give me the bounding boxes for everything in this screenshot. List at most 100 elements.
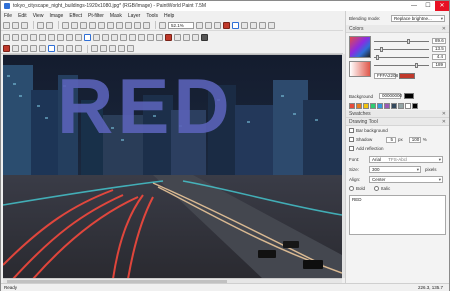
menu-tools[interactable]: Tools [146, 13, 158, 19]
zoom-in-icon[interactable] [196, 21, 203, 29]
color-value-field[interactable]: 4.4 [432, 54, 446, 60]
minimize-button[interactable]: — [407, 1, 421, 11]
swatch[interactable] [370, 102, 376, 109]
fill-icon[interactable] [250, 21, 257, 29]
close-icon[interactable]: ✕ [442, 111, 446, 117]
lasso-icon[interactable] [21, 34, 28, 41]
ellipse-select-icon[interactable] [48, 34, 55, 41]
option-icon[interactable] [48, 45, 55, 52]
menu-edit[interactable]: Edit [18, 13, 27, 19]
slider-knob[interactable] [376, 54, 380, 60]
menu-help[interactable]: Help [164, 13, 174, 19]
option-icon[interactable] [12, 45, 19, 52]
actual-size-icon[interactable] [214, 21, 221, 29]
bar-background-checkbox[interactable] [349, 128, 354, 133]
color-wheel[interactable] [349, 36, 371, 58]
redo-icon[interactable] [46, 21, 53, 29]
pencil-icon[interactable] [57, 34, 64, 41]
color-slider[interactable] [374, 38, 429, 44]
shadow-opacity-field[interactable]: 100 [408, 136, 421, 143]
open-icon[interactable] [12, 21, 19, 29]
option-icon[interactable] [109, 45, 116, 52]
paste-icon[interactable] [80, 21, 87, 29]
picker-icon[interactable] [201, 34, 208, 41]
menu-mask[interactable]: Mask [110, 13, 122, 19]
option-icon[interactable] [57, 45, 64, 52]
swatch[interactable] [391, 102, 397, 109]
blur-icon[interactable] [120, 34, 127, 41]
color-gradient-box[interactable] [349, 61, 371, 77]
option-icon[interactable] [91, 45, 98, 52]
maximize-button[interactable]: ☐ [421, 1, 435, 11]
text-icon[interactable] [84, 34, 91, 41]
swatch[interactable] [398, 102, 404, 109]
menu-image[interactable]: Image [49, 13, 63, 19]
color-value-field[interactable]: 13.5 [432, 46, 446, 52]
warp-icon[interactable] [183, 34, 190, 41]
zoom-level-field[interactable]: 52.1% [168, 21, 194, 29]
swatch[interactable] [377, 102, 383, 109]
pen-icon[interactable] [192, 34, 199, 41]
stamp-icon[interactable] [138, 34, 145, 41]
blending-mode-select[interactable]: Replace brightne... [391, 14, 445, 22]
background-color-swatch[interactable] [404, 93, 414, 99]
color-value-field[interactable]: 89.6 [432, 38, 446, 44]
select-arrow-icon[interactable] [3, 34, 10, 41]
hand-icon[interactable] [102, 34, 109, 41]
option-icon[interactable] [118, 45, 125, 52]
text-input[interactable]: RED [349, 195, 446, 235]
slider-knob[interactable] [414, 62, 418, 68]
swatch[interactable] [356, 102, 362, 109]
clone-icon[interactable] [268, 21, 275, 29]
save-icon[interactable] [21, 21, 28, 29]
option-icon[interactable] [66, 45, 73, 52]
close-button[interactable]: ✕ [435, 1, 449, 11]
eraser-icon[interactable] [259, 21, 266, 29]
crop-icon[interactable] [89, 21, 96, 29]
rect-select-icon[interactable] [39, 34, 46, 41]
layers-icon[interactable] [125, 21, 132, 29]
menu-effect[interactable]: Effect [69, 13, 82, 19]
swatches-header[interactable]: Swatches ✕ [346, 110, 449, 118]
menu-pt-filter[interactable]: Pt-filter [88, 13, 104, 19]
swatch[interactable] [363, 102, 369, 109]
brush-icon[interactable] [241, 21, 248, 29]
image-canvas[interactable]: RED [3, 54, 342, 278]
move-icon[interactable] [12, 34, 19, 41]
grid-icon[interactable] [134, 21, 141, 29]
option-icon[interactable] [75, 45, 82, 52]
option-icon[interactable] [21, 45, 28, 52]
swatch[interactable] [405, 102, 411, 109]
italic-radio[interactable] [374, 186, 379, 191]
resize-icon[interactable] [98, 21, 105, 29]
close-icon[interactable]: ✕ [442, 26, 446, 32]
shadow-checkbox[interactable] [349, 137, 354, 142]
color-slider[interactable] [374, 54, 429, 60]
text-tool-icon[interactable] [232, 21, 239, 29]
drawing-tool-header[interactable]: Drawing Tool ✕ [346, 118, 449, 126]
fg-color-icon[interactable] [3, 45, 10, 52]
gradient-icon[interactable] [75, 34, 82, 41]
heal-icon[interactable] [147, 34, 154, 41]
size-select[interactable]: 300 [369, 165, 421, 173]
new-icon[interactable] [3, 21, 10, 29]
close-icon[interactable]: ✕ [442, 119, 446, 125]
zoom-icon[interactable] [143, 21, 150, 29]
smudge-icon[interactable] [174, 34, 181, 41]
font-select[interactable]: Arial TFS-Abcl [369, 155, 443, 163]
sharpen-icon[interactable] [129, 34, 136, 41]
zoom-out-icon[interactable] [159, 21, 166, 29]
option-icon[interactable] [30, 45, 37, 52]
color-value-field[interactable]: 189 [432, 62, 446, 68]
fit-icon[interactable] [205, 21, 212, 29]
shape-icon[interactable] [93, 34, 100, 41]
add-reflection-checkbox[interactable] [349, 146, 354, 151]
option-icon[interactable] [127, 45, 134, 52]
slider-knob[interactable] [379, 46, 383, 52]
slider-knob[interactable] [407, 38, 410, 44]
copy-icon[interactable] [71, 21, 78, 29]
dropper-icon[interactable] [111, 34, 118, 41]
color-slider[interactable] [374, 62, 429, 68]
swatch[interactable] [384, 102, 390, 109]
swatch[interactable] [412, 102, 418, 109]
